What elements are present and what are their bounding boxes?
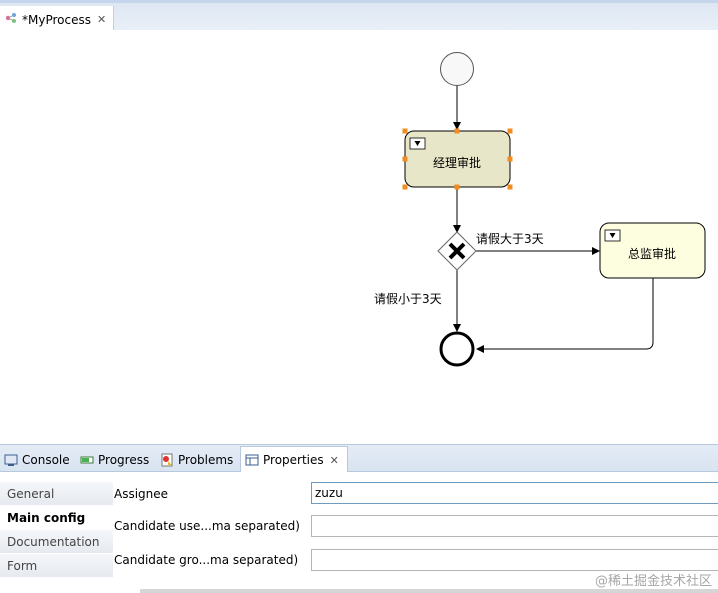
tab-problems[interactable]: Problems <box>156 448 233 472</box>
user-task-icon <box>409 137 426 150</box>
tab-progress[interactable]: Progress <box>76 448 149 472</box>
task-manager-label: 经理审批 <box>433 155 481 170</box>
end-event[interactable] <box>439 331 475 367</box>
flow-director-to-end[interactable] <box>476 278 654 353</box>
candidate-groups-input[interactable] <box>311 549 718 571</box>
close-icon[interactable]: ✕ <box>97 13 106 26</box>
flow-label-less-than-3[interactable]: 请假小于3天 <box>374 292 442 306</box>
editor-tab-myprocess[interactable]: *MyProcess ✕ <box>0 6 114 33</box>
candidate-groups-row: Candidate gro...ma separated) <box>114 548 298 572</box>
tab-problems-label: Problems <box>178 453 234 467</box>
properties-icon <box>245 453 259 467</box>
section-documentation[interactable]: Documentation <box>0 530 113 554</box>
section-general[interactable]: General <box>0 482 113 506</box>
tab-properties-label: Properties <box>263 453 324 467</box>
section-form[interactable]: Form <box>0 554 113 578</box>
tab-console-label: Console <box>22 453 70 467</box>
candidate-users-label: Candidate use...ma separated) <box>114 519 300 533</box>
close-icon[interactable]: ✕ <box>330 454 339 467</box>
tab-progress-label: Progress <box>98 453 150 467</box>
editor-tab-strip: *MyProcess ✕ <box>0 0 718 33</box>
problems-icon <box>160 453 174 467</box>
task-director-approval[interactable]: 总监审批 <box>599 222 706 279</box>
horizontal-scrollbar[interactable] <box>140 589 718 593</box>
diagram-canvas[interactable]: 经理审批 总监审批 请假大于3天 请假小于3天 <box>0 30 718 440</box>
view-tab-strip: Console Progress Problems Properties ✕ <box>0 444 718 473</box>
user-task-icon <box>604 229 621 242</box>
assignee-label: Assignee <box>114 487 169 501</box>
task-director-label: 总监审批 <box>628 246 676 261</box>
task-manager-approval[interactable]: 经理审批 <box>402 128 513 190</box>
properties-sections: General Main config Documentation Form <box>0 482 113 578</box>
section-main-config[interactable]: Main config <box>0 506 113 530</box>
process-icon <box>4 11 18 28</box>
assignee-row: Assignee <box>114 482 168 506</box>
properties-panel: General Main config Documentation Form A… <box>0 472 718 593</box>
exclusive-gateway[interactable] <box>437 231 477 271</box>
editor-tab-label: *MyProcess <box>22 12 91 27</box>
flow-label-more-than-3[interactable]: 请假大于3天 <box>476 232 544 246</box>
candidate-users-row: Candidate use...ma separated) <box>114 514 300 538</box>
tab-console[interactable]: Console <box>0 448 70 472</box>
assignee-input[interactable]: zuzu <box>311 482 718 504</box>
candidate-users-input[interactable] <box>311 515 718 537</box>
progress-icon <box>80 453 94 467</box>
start-event[interactable] <box>440 52 474 86</box>
candidate-groups-label: Candidate gro...ma separated) <box>114 553 299 567</box>
tab-properties[interactable]: Properties ✕ <box>240 446 348 473</box>
console-icon <box>4 453 18 467</box>
watermark: @稀土掘金技术社区 <box>594 574 712 589</box>
